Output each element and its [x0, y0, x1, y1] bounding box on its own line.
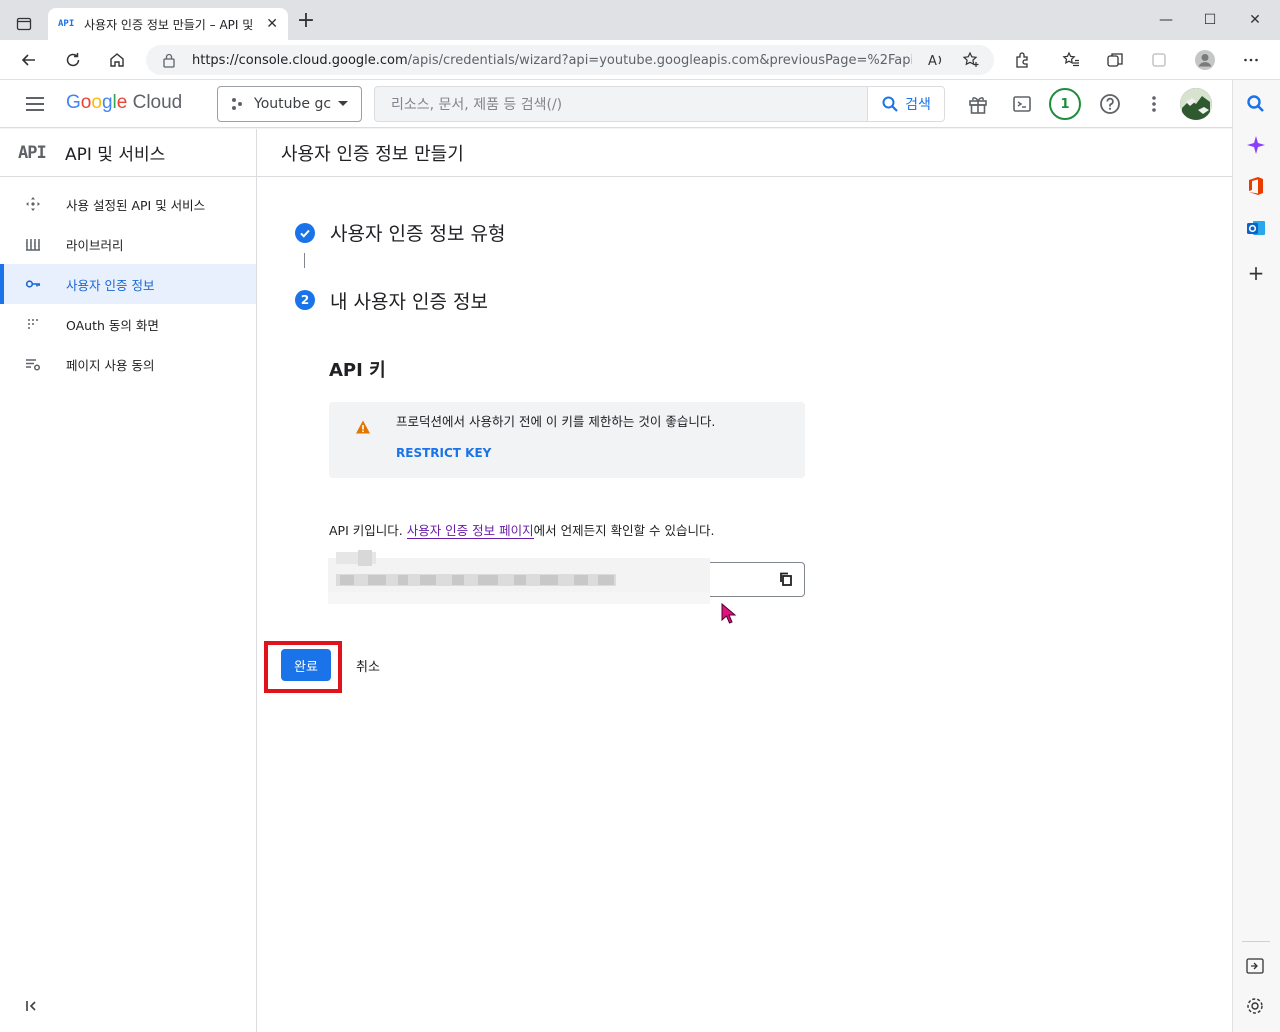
warning-text: 프로덕션에서 사용하기 전에 이 키를 제한하는 것이 좋습니다. — [396, 414, 716, 429]
nav-item-label: OAuth 동의 화면 — [66, 317, 159, 333]
favorites-icon[interactable] — [1059, 49, 1083, 71]
google-cloud-logo[interactable]: Google Cloud — [66, 92, 182, 114]
credentials-page-link[interactable]: 사용자 인증 정보 페이지 — [406, 523, 534, 539]
gift-icon[interactable] — [966, 92, 990, 116]
restrict-key-button[interactable]: RESTRICT KEY — [396, 446, 491, 460]
address-bar[interactable]: https://console.cloud.google.com/apis/cr… — [146, 45, 994, 75]
leftnav-header: API API 및 서비스 — [0, 129, 256, 177]
nav-item-credentials[interactable]: 사용자 인증 정보 — [0, 264, 256, 304]
api-key-heading: API 키 — [329, 360, 386, 381]
nav-item-label: 라이브러리 — [66, 237, 124, 253]
back-icon[interactable] — [17, 49, 41, 71]
collections-icon[interactable] — [1103, 49, 1127, 71]
tab-actions-icon[interactable] — [14, 14, 34, 34]
lock-icon[interactable] — [162, 52, 178, 68]
menu-icon[interactable] — [24, 93, 46, 115]
more-options-icon[interactable] — [1239, 49, 1263, 71]
search-button-label: 검색 — [905, 97, 931, 113]
nav-item-label: 페이지 사용 동의 — [66, 357, 155, 373]
project-name: Youtube gc — [254, 96, 332, 112]
search-button[interactable]: 검색 — [867, 86, 945, 122]
diamond-arrows-icon — [24, 195, 42, 213]
notification-badge[interactable]: 1 — [1049, 88, 1081, 120]
browser-tab[interactable]: API 사용자 인증 정보 만들기 – API 및 ✕ — [48, 8, 288, 40]
svg-text:A: A — [928, 54, 937, 69]
step-connector — [304, 253, 305, 268]
avatar[interactable] — [1180, 88, 1212, 120]
maximize-icon[interactable]: ☐ — [1200, 12, 1220, 28]
key-icon — [24, 275, 42, 293]
outlook-icon[interactable] — [1245, 217, 1267, 239]
mouse-cursor-icon — [721, 602, 737, 625]
collapse-nav-icon[interactable] — [22, 995, 42, 1017]
step2-number: 2 — [295, 290, 315, 310]
step2-label: 내 사용자 인증 정보 — [330, 291, 488, 313]
tab-title: 사용자 인증 정보 만들기 – API 및 — [84, 17, 254, 32]
step1-label[interactable]: 사용자 인증 정보 유형 — [330, 219, 505, 246]
add-favorite-icon[interactable] — [959, 49, 983, 71]
reading-view-icon[interactable] — [1147, 49, 1171, 71]
refresh-icon[interactable] — [61, 49, 85, 71]
done-button[interactable]: 완료 — [281, 649, 331, 681]
window-close-icon[interactable]: ✕ — [1245, 12, 1265, 28]
hide-sidebar-icon[interactable] — [1245, 956, 1267, 978]
copilot-icon[interactable] — [1245, 134, 1267, 156]
nav-item-oauth-consent[interactable]: OAuth 동의 화면 — [0, 304, 256, 344]
settings-icon[interactable] — [1245, 996, 1267, 1018]
profile-icon[interactable] — [1193, 49, 1217, 71]
logo-cloud: Cloud — [132, 92, 183, 113]
cancel-button[interactable]: 취소 — [346, 649, 390, 681]
chevron-down-icon — [337, 100, 349, 108]
new-tab-icon[interactable]: + — [296, 10, 316, 32]
add-sidebar-app-icon[interactable]: + — [1245, 262, 1267, 284]
dots-grid-icon — [24, 315, 42, 333]
more-vert-icon[interactable] — [1142, 92, 1166, 116]
search-button-icon — [882, 96, 898, 112]
project-icon — [230, 97, 244, 111]
copy-icon[interactable] — [775, 568, 797, 590]
office-icon[interactable] — [1245, 175, 1267, 197]
search-input[interactable]: 리소스, 문서, 제품 등 검색(/) — [374, 86, 868, 122]
help-icon[interactable] — [1098, 92, 1122, 116]
nav-item-library[interactable]: 라이브러리 — [0, 224, 256, 264]
step-complete-check-icon — [295, 223, 315, 243]
search-icon[interactable] — [1245, 93, 1267, 115]
warning-icon — [355, 419, 371, 435]
api-logo-icon: API — [18, 142, 47, 163]
nav-item-page-usage-agreements[interactable]: 페이지 사용 동의 — [0, 344, 256, 384]
nav-item-label: 사용자 인증 정보 — [66, 277, 155, 293]
list-settings-icon — [24, 355, 42, 373]
search-placeholder: 리소스, 문서, 제품 등 검색(/) — [391, 97, 563, 113]
home-icon[interactable] — [105, 49, 129, 71]
api-key-info: API 키입니다. 사용자 인증 정보 페이지에서 언제든지 확인할 수 있습니… — [329, 523, 715, 539]
project-selector[interactable]: Youtube gc — [217, 86, 362, 122]
url-text: https://console.cloud.google.com/apis/cr… — [192, 52, 912, 68]
tab-close-icon[interactable]: ✕ — [266, 16, 278, 32]
tab-favicon-icon: API — [58, 19, 75, 29]
minimize-icon[interactable]: — — [1156, 12, 1176, 28]
cloud-shell-icon[interactable] — [1010, 92, 1034, 116]
leftnav-title: API 및 서비스 — [65, 145, 166, 165]
page-title: 사용자 인증 정보 만들기 — [257, 129, 1232, 177]
logo-google: Google — [66, 92, 128, 113]
read-aloud-icon[interactable]: A — [924, 49, 948, 71]
library-icon — [24, 235, 42, 253]
nav-item-enabled-apis[interactable]: 사용 설정된 API 및 서비스 — [0, 184, 256, 224]
sidebar-divider — [1242, 941, 1270, 942]
nav-item-label: 사용 설정된 API 및 서비스 — [66, 197, 206, 213]
api-key-redacted-value — [328, 550, 710, 604]
extensions-icon[interactable] — [1010, 49, 1034, 71]
